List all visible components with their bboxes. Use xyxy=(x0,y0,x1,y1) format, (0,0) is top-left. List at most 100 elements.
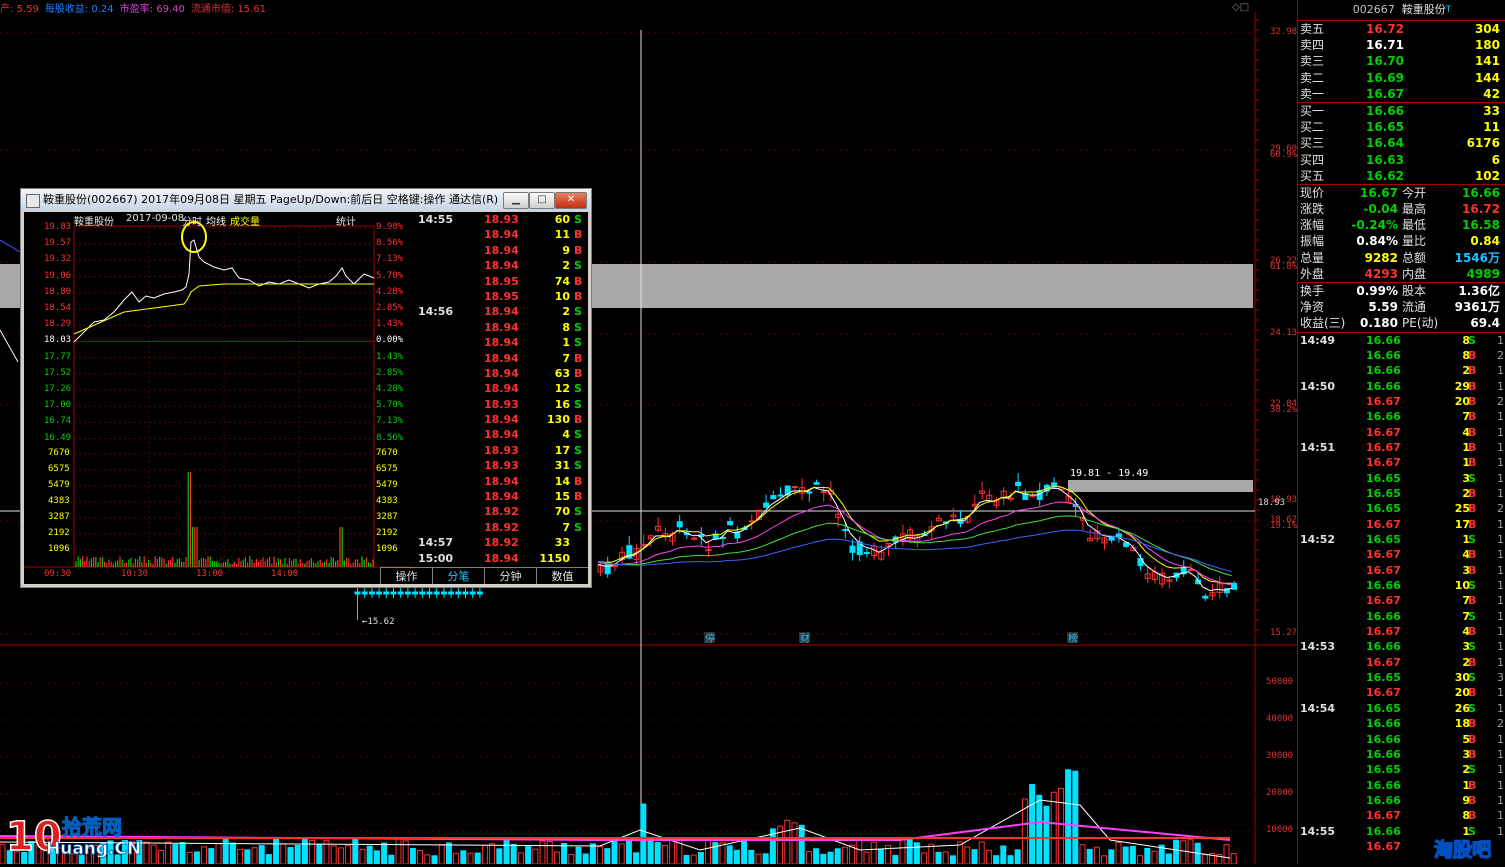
candle-body xyxy=(419,591,426,595)
order-book-row: 买二 16.65 11 xyxy=(1298,119,1505,135)
tick-price: 16.67 xyxy=(1366,440,1401,454)
candle-body xyxy=(1015,481,1022,487)
tick-direction: B xyxy=(1468,809,1477,823)
order-label: 卖三 xyxy=(1300,54,1325,69)
volume-axis-label: 50000 xyxy=(1266,677,1294,687)
stats-button[interactable]: 统计 xyxy=(336,213,356,228)
tick-price: 16.67 xyxy=(1366,839,1401,853)
volume-bar xyxy=(265,854,272,864)
tick-direction: S xyxy=(574,259,582,273)
app-icon xyxy=(26,194,40,208)
event-label: 财 xyxy=(800,632,810,645)
tick-price: 16.67 xyxy=(1366,563,1401,577)
intraday-popup-window[interactable]: 鞍重股份(002667) 2017年09月08日 星期五 PageUp/Down… xyxy=(20,188,592,588)
logo-10-icon: 10 拾荒网 Huang.CN xyxy=(5,813,141,861)
order-price: 16.70 xyxy=(1366,54,1404,69)
volume-bar xyxy=(856,838,863,864)
stat-row: 外盘 4293 内盘 4989 xyxy=(1298,266,1505,282)
tick-price: 18.94 xyxy=(484,474,519,488)
volume-bar xyxy=(1057,787,1064,864)
tick-price: 18.94 xyxy=(484,551,519,565)
moving-average-line xyxy=(597,501,1232,586)
tick-count: 2 xyxy=(1497,502,1504,516)
tick-count: 1 xyxy=(1497,594,1504,608)
tick-time: 15:00 xyxy=(418,551,454,565)
stat-label: 总额 xyxy=(1402,250,1427,265)
popup-title-bar[interactable]: 鞍重股份(002667) 2017年09月08日 星期五 PageUp/Down… xyxy=(21,189,591,211)
ma-fragment xyxy=(0,329,19,363)
tick-price: 18.94 xyxy=(484,490,519,504)
stat-value: 16.58 xyxy=(1462,218,1500,233)
order-volume: 102 xyxy=(1474,168,1500,183)
tick-volume: 16 xyxy=(554,397,570,411)
volume-bar xyxy=(1093,846,1100,864)
site-logo-right: 淘股吧 xyxy=(1432,834,1504,865)
tick-direction: B xyxy=(1468,732,1477,746)
tick-count: 1 xyxy=(1497,563,1504,577)
volume-bar xyxy=(1043,805,1050,864)
popup-tab[interactable]: 数值 xyxy=(536,567,588,584)
popup-tab[interactable]: 操作 xyxy=(380,567,432,584)
tick-price: 16.67 xyxy=(1366,517,1401,531)
tick-count: 1 xyxy=(1497,364,1504,378)
stat-value: 4989 xyxy=(1466,266,1500,281)
tick-volume: 3 xyxy=(1462,563,1470,577)
volume-bar xyxy=(510,843,517,864)
tick-price: 16.66 xyxy=(1366,379,1401,393)
volume-bar xyxy=(813,848,820,864)
tick-price: 18.92 xyxy=(484,505,519,519)
tick-count: 2 xyxy=(1497,717,1504,731)
candle-body xyxy=(820,491,827,494)
stat-value: 4293 xyxy=(1364,266,1398,281)
tick-direction: B xyxy=(1468,747,1477,761)
close-button[interactable]: ✕ xyxy=(555,192,587,209)
tick-row: 16.65 2 B 1 xyxy=(1298,486,1505,501)
tick-time: 14:55 xyxy=(418,213,454,226)
volume-bar xyxy=(352,838,359,864)
tick-volume: 17 xyxy=(554,443,570,457)
tick-price: 16.65 xyxy=(1366,671,1401,685)
order-volume: 6176 xyxy=(1466,136,1500,151)
popup-tick-list[interactable]: 14:55 18.93 60 S 18.94 11 B 18.94 9 B 18.94 2 S 18.95… xyxy=(416,212,588,567)
volume-bar xyxy=(467,852,474,864)
price-axis-label: 24.13 xyxy=(1270,328,1298,338)
popup-tab[interactable]: 分笔 xyxy=(432,567,484,584)
candle-body xyxy=(1187,569,1194,572)
avg-line-legend: 均线 xyxy=(206,217,226,228)
volume-bar xyxy=(1129,845,1136,864)
tick-price: 18.94 xyxy=(484,243,519,257)
tick-direction: B xyxy=(1468,594,1477,608)
intraday-price-label: 16.74 xyxy=(44,416,72,427)
tick-count: 1 xyxy=(1497,732,1504,746)
stock-name[interactable]: 鞍重股份 xyxy=(1402,3,1446,16)
tick-volume: 3 xyxy=(1462,471,1470,485)
popup-tab[interactable]: 分钟 xyxy=(484,567,536,584)
minimize-button[interactable]: ▁ xyxy=(503,192,529,209)
stat-row: 涨跌 -0.04 最高 16.72 xyxy=(1298,201,1505,217)
tick-row: 16.67 4 B 1 xyxy=(1298,624,1505,639)
tick-row: 16.66 10 S 1 xyxy=(1298,578,1505,593)
maximize-button[interactable]: □ xyxy=(529,192,555,209)
tick-volume: 30 xyxy=(1454,671,1470,685)
tick-volume: 20 xyxy=(1454,394,1470,408)
tick-volume: 14 xyxy=(554,474,570,488)
window-controls-icon[interactable]: ◇□ xyxy=(1232,2,1249,13)
tick-row: 16.67 2 B 1 xyxy=(1298,655,1505,670)
intraday-vol-label-right: 7670 xyxy=(376,448,398,458)
tick-count: 1 xyxy=(1497,440,1504,454)
intraday-chart[interactable] xyxy=(24,212,414,584)
volume-bar xyxy=(841,846,848,864)
volume-bar xyxy=(1101,855,1108,864)
volume-bar xyxy=(928,843,935,864)
order-price: 16.67 xyxy=(1366,86,1404,101)
tick-volume: 4 xyxy=(562,428,570,442)
volume-bar xyxy=(798,824,805,864)
volume-bar xyxy=(906,838,913,864)
tick-direction: B xyxy=(574,490,583,504)
stat-label: 现价 xyxy=(1300,185,1325,200)
volume-bar xyxy=(733,849,740,864)
tick-list[interactable]: 14:49 16.66 8 S 1 16.66 8 B 2 16.66 2 B 1 14:50 16.66 2… xyxy=(1298,333,1505,855)
stat-label: 最高 xyxy=(1402,202,1427,217)
tick-direction: S xyxy=(574,428,582,442)
tick-price: 18.94 xyxy=(484,336,519,350)
